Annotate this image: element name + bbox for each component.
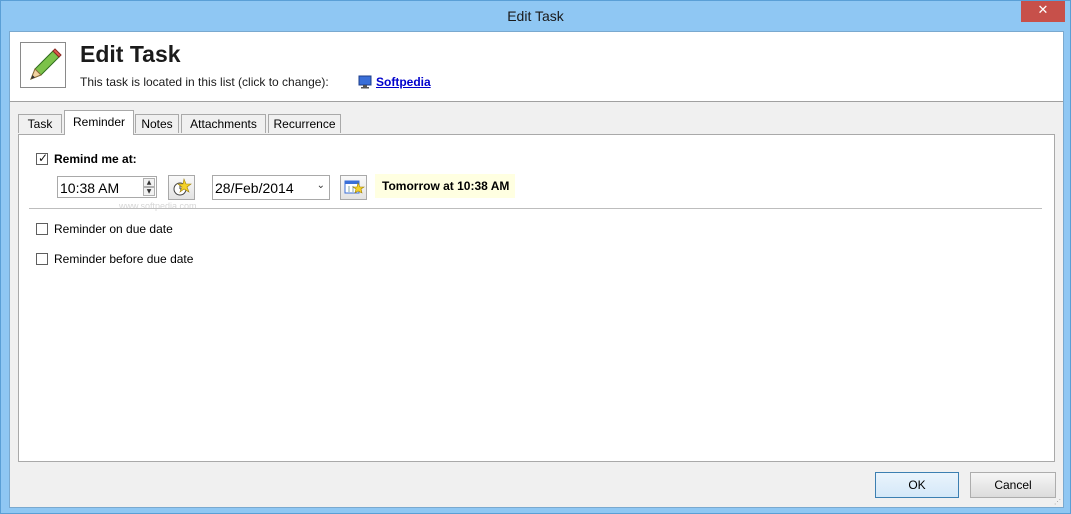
tab-notes[interactable]: Notes [135, 114, 179, 133]
edit-task-window: Edit Task ✕ Edit Task This task is locat… [0, 0, 1071, 514]
tab-task[interactable]: Task [18, 114, 62, 133]
list-link[interactable]: Softpedia [376, 75, 431, 89]
tab-attachments[interactable]: Attachments [181, 114, 266, 133]
set-date-button[interactable] [340, 175, 367, 200]
check-icon: ✓ [38, 151, 49, 165]
reminder-on-due-checkbox[interactable] [36, 223, 48, 235]
dialog-client: Edit Task This task is located in this l… [9, 31, 1064, 508]
monitor-icon [358, 75, 372, 89]
time-value: 10:38 AM [60, 180, 120, 196]
spin-up-icon[interactable]: ▲ [143, 178, 155, 187]
pencil-icon [20, 42, 66, 88]
watermark: www.softpedia.com [119, 201, 197, 211]
title-bar[interactable]: Edit Task ✕ [1, 1, 1070, 31]
reminder-before-due-label: Reminder before due date [54, 252, 194, 266]
reminder-on-due-label: Reminder on due date [54, 222, 173, 236]
ok-button[interactable]: OK [875, 472, 959, 498]
close-icon: ✕ [1037, 3, 1049, 18]
spin-down-icon[interactable]: ▼ [143, 187, 155, 196]
time-input[interactable]: 10:38 AM ▲ ▼ [57, 176, 157, 198]
tab-recurrence[interactable]: Recurrence [268, 114, 341, 133]
reminder-hint: Tomorrow at 10:38 AM [375, 174, 515, 198]
chevron-down-icon: ⌄ [316, 180, 325, 191]
close-button[interactable]: ✕ [1021, 1, 1065, 22]
remind-me-checkbox[interactable]: ✓ [36, 151, 49, 165]
time-spinner[interactable]: ▲ ▼ [143, 178, 155, 196]
remind-me-label: Remind me at: [54, 152, 137, 166]
calendar-icon [344, 180, 365, 194]
reminder-before-due-checkbox[interactable] [36, 253, 48, 265]
set-time-button[interactable] [168, 175, 195, 200]
reminder-panel: ✓ Remind me at: 10:38 AM ▲ ▼ 28/Feb/2014 [18, 134, 1055, 462]
cancel-button[interactable]: Cancel [970, 472, 1056, 498]
page-title: Edit Task [80, 41, 181, 67]
window-title: Edit Task [507, 8, 564, 24]
divider [29, 208, 1042, 209]
clock-icon [173, 177, 192, 196]
tab-reminder[interactable]: Reminder [64, 110, 134, 135]
resize-grip-icon[interactable]: ⋰ [1054, 498, 1062, 506]
dialog-header: Edit Task This task is located in this l… [10, 32, 1063, 102]
date-value: 28/Feb/2014 [215, 180, 294, 196]
date-select[interactable]: 28/Feb/2014 ⌄ [212, 175, 330, 200]
list-location-text: This task is located in this list (click… [80, 75, 329, 89]
